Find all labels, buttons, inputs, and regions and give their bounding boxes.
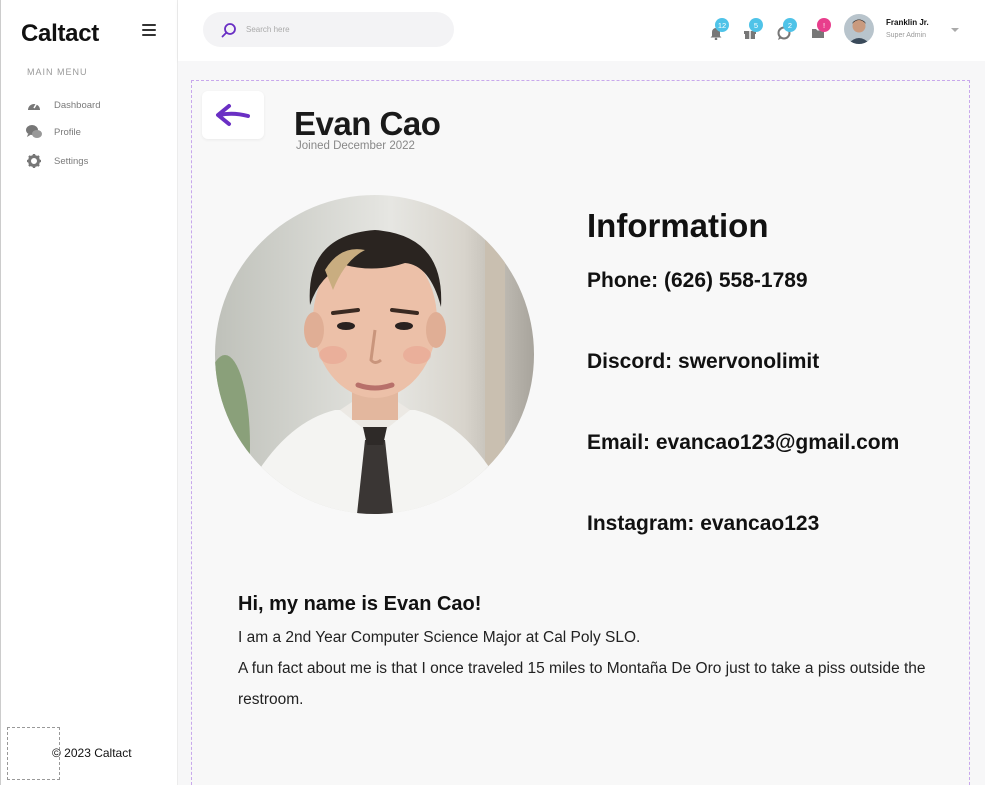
sidebar-item-settings[interactable]: Settings xyxy=(25,151,165,171)
sidebar-item-profile[interactable]: Profile xyxy=(25,122,165,142)
bio-heading: Hi, my name is Evan Cao! xyxy=(238,593,482,615)
profile-photo xyxy=(215,195,534,514)
top-bar: 12 5 2 ! Franklin Jr. Super Admin xyxy=(178,0,985,61)
chevron-down-icon[interactable] xyxy=(950,26,960,34)
sidebar-item-label: Dashboard xyxy=(54,99,101,111)
information-heading: Information xyxy=(587,207,769,244)
hamburger-menu-icon[interactable] xyxy=(142,24,156,36)
gear-icon xyxy=(25,153,43,169)
main-content: Evan Cao Joined December 2022 Informatio… xyxy=(178,61,985,785)
message-count-badge: 2 xyxy=(783,18,797,32)
joined-date: Joined December 2022 xyxy=(296,140,415,152)
app-logo[interactable]: Caltact xyxy=(21,20,99,48)
sidebar-item-dashboard[interactable]: Dashboard xyxy=(25,95,165,115)
email-field: Email: evancao123@gmail.com xyxy=(587,431,900,454)
bio-line-2: A fun fact about me is that I once trave… xyxy=(238,660,926,708)
profile-card: Evan Cao Joined December 2022 Informatio… xyxy=(191,80,970,785)
search-bar xyxy=(203,12,454,47)
gifts-button[interactable]: 5 xyxy=(743,18,763,42)
sidebar-item-label: Profile xyxy=(54,126,81,138)
search-icon[interactable] xyxy=(221,22,237,38)
profile-chat-icon xyxy=(25,124,43,140)
bio-line-1: I am a 2nd Year Computer Science Major a… xyxy=(238,629,641,646)
copyright-text: © 2023 Caltact xyxy=(52,746,132,760)
user-role: Super Admin xyxy=(886,32,927,39)
dashboard-gauge-icon xyxy=(25,97,43,113)
search-input[interactable] xyxy=(246,25,436,34)
user-avatar[interactable] xyxy=(844,14,874,44)
phone-field: Phone: (626) 558-1789 xyxy=(587,269,808,292)
discord-field: Discord: swervonolimit xyxy=(587,350,820,373)
profile-name: Evan Cao xyxy=(294,105,441,142)
back-arrow-icon xyxy=(216,104,250,126)
gift-count-badge: 5 xyxy=(749,18,763,32)
messages-button[interactable]: 2 xyxy=(777,18,797,42)
sidebar-item-label: Settings xyxy=(54,155,89,167)
notification-count-badge: 12 xyxy=(715,18,729,32)
main-menu-label: MAIN MENU xyxy=(27,67,88,77)
sidebar: Caltact MAIN MENU Dashboard Profile Sett… xyxy=(0,0,178,785)
notifications-bell-button[interactable]: 12 xyxy=(709,18,729,42)
instagram-field: Instagram: evancao123 xyxy=(587,512,820,535)
folder-button[interactable]: ! xyxy=(811,18,831,42)
app-root: Caltact MAIN MENU Dashboard Profile Sett… xyxy=(0,0,985,785)
back-button[interactable] xyxy=(202,91,264,139)
user-name: Franklin Jr. xyxy=(886,18,929,27)
folder-alert-badge: ! xyxy=(817,18,831,32)
